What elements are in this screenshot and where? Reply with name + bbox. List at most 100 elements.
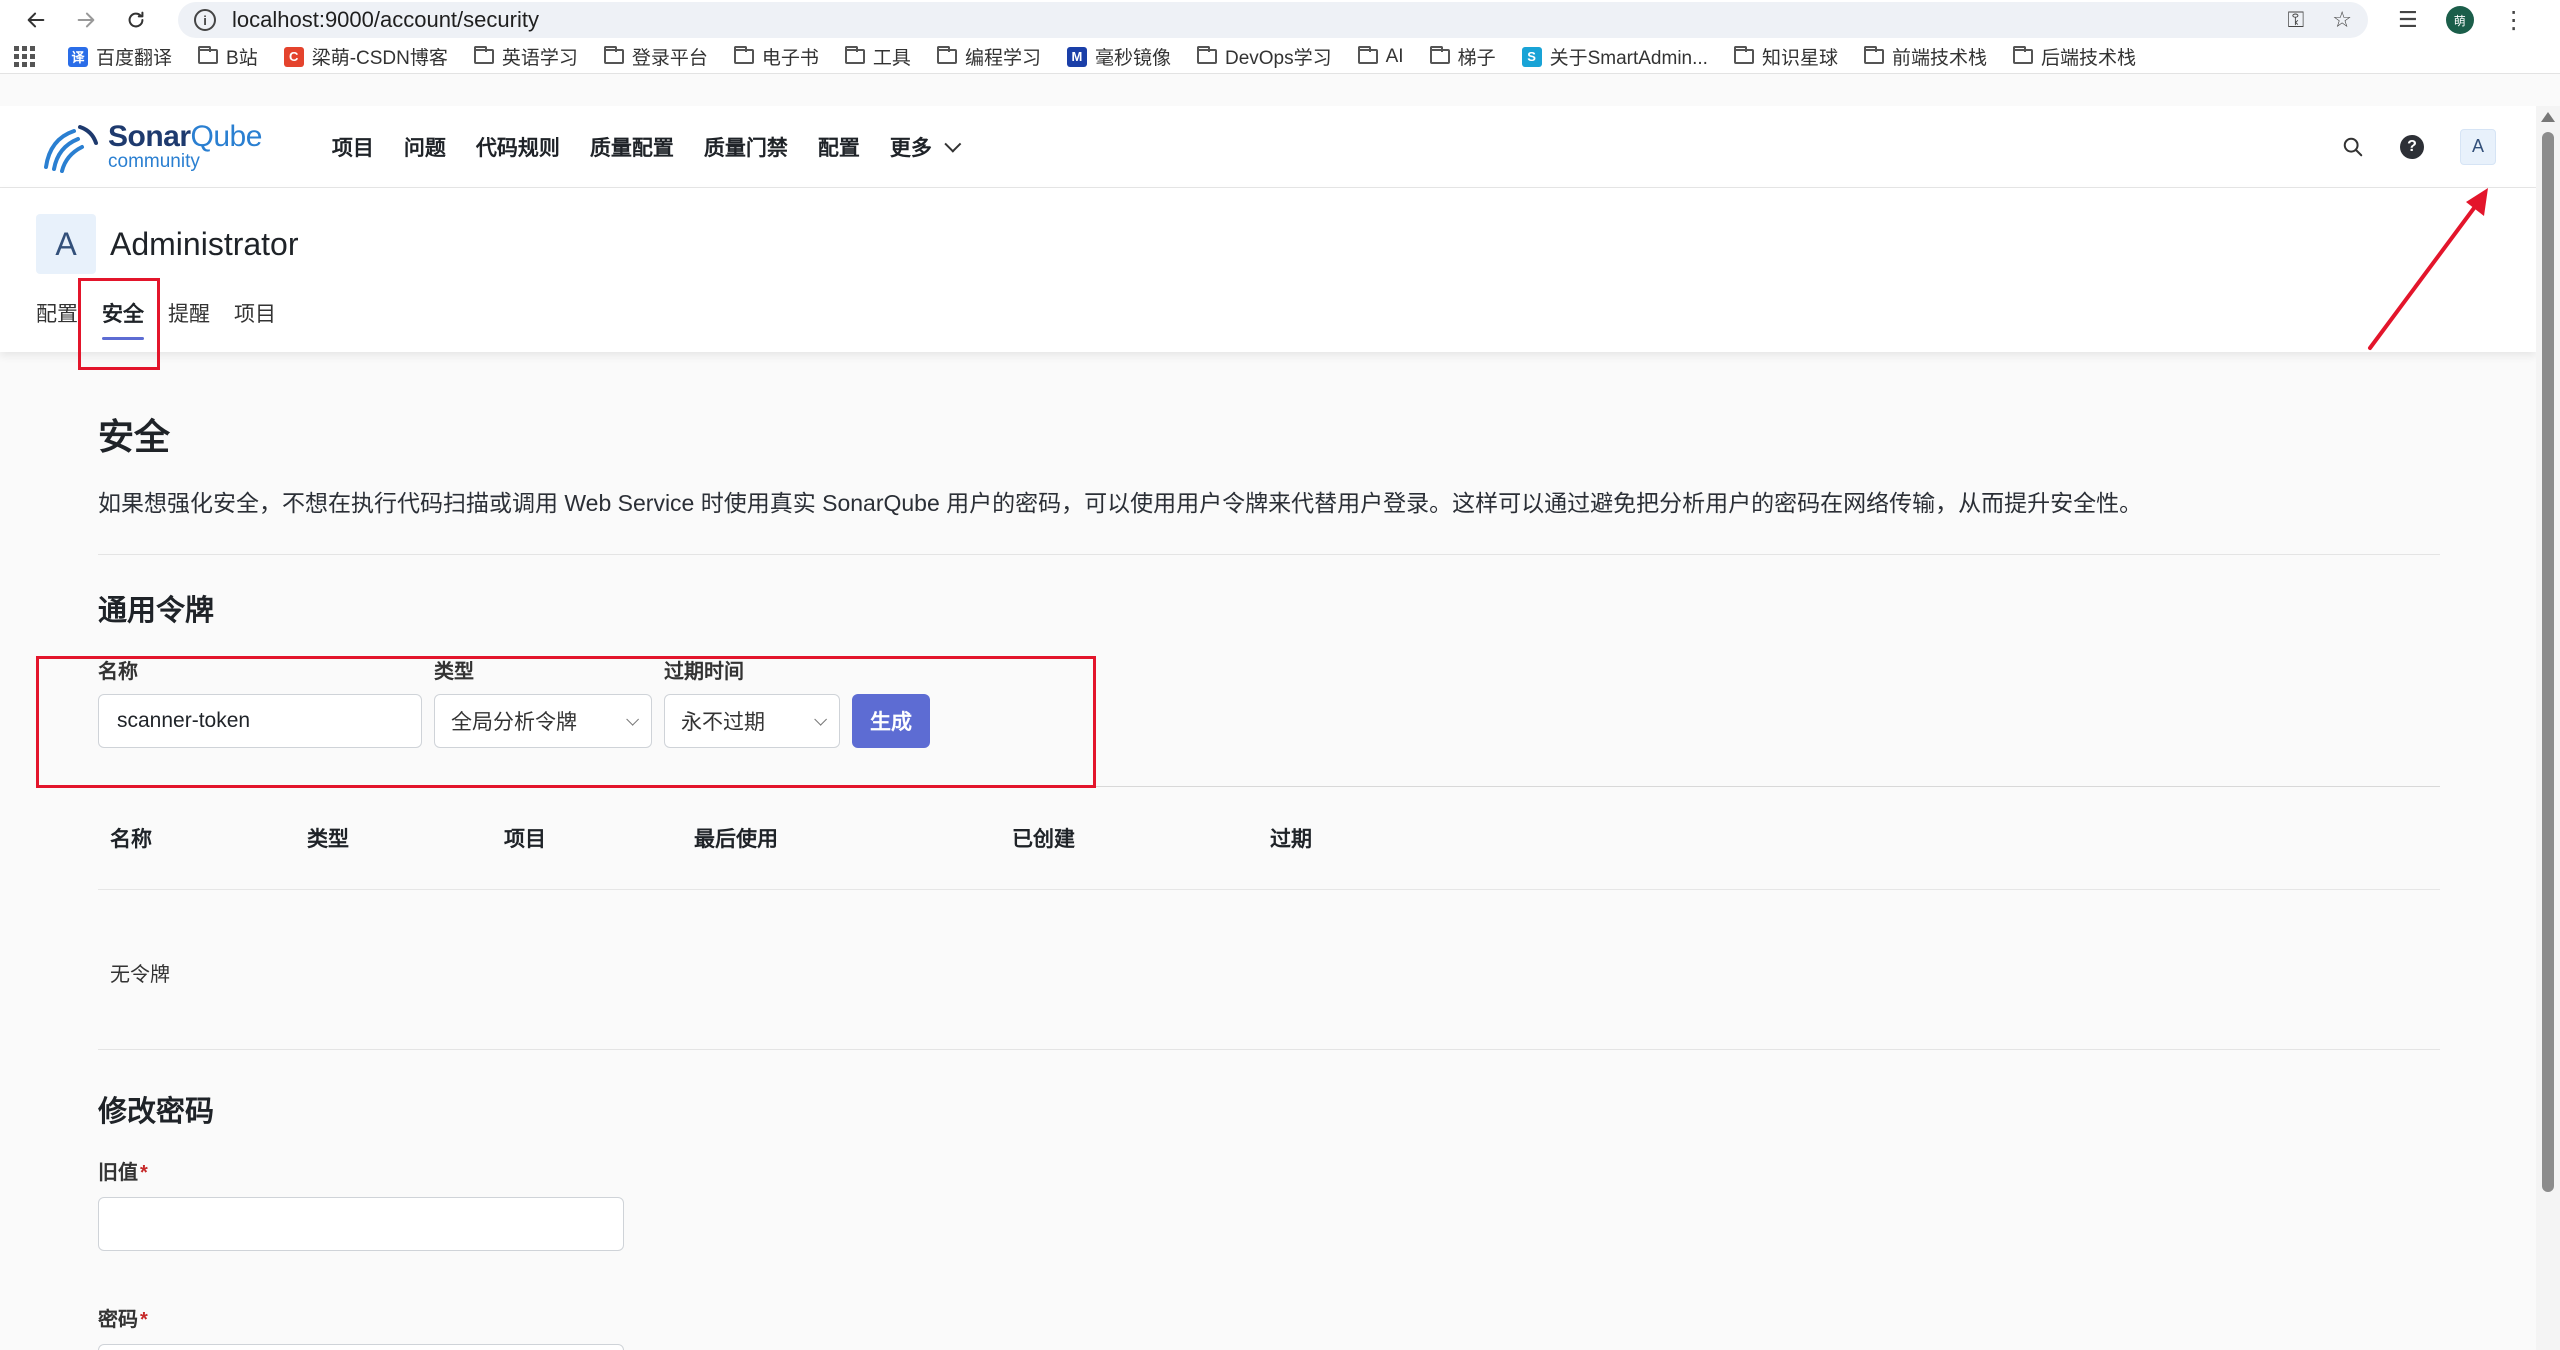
scroll-up-arrow-icon[interactable] bbox=[2541, 112, 2555, 122]
required-mark: * bbox=[140, 1308, 148, 1331]
bookmark-item[interactable]: 译百度翻译 bbox=[68, 43, 172, 70]
folder-icon bbox=[1357, 46, 1378, 64]
bookmark-list: 译百度翻译 B站 C 梁萌-CSDN博客 英语学习 登录平台 电子书 工具 编程学习 M 毫秒镜像 D… bbox=[68, 43, 2162, 70]
bookmark-item[interactable]: DevOps学习 bbox=[1196, 43, 1332, 70]
search-icon[interactable] bbox=[2342, 136, 2364, 158]
account-name: Administrator bbox=[110, 225, 299, 262]
password-section-title: 修改密码 bbox=[98, 1095, 215, 1128]
old-password-input[interactable] bbox=[98, 1196, 624, 1251]
tokens-empty-message: 无令牌 bbox=[98, 890, 2440, 1050]
bookmark-label: 后端技术栈 bbox=[2040, 48, 2136, 69]
security-description: 如果想强化安全，不想在执行代码扫描或调用 Web Service 时使用真实 S… bbox=[98, 490, 2143, 516]
nav-item[interactable]: 更多 bbox=[889, 132, 962, 162]
table-column-header: 类型 bbox=[295, 787, 492, 890]
nav-item[interactable]: 质量配置 bbox=[590, 132, 674, 162]
bookmarks-bar: 译百度翻译 B站 C 梁萌-CSDN博客 英语学习 登录平台 电子书 工具 编程学习 M 毫秒镜像 D… bbox=[0, 40, 2560, 74]
browser-profile-avatar[interactable]: 萌 bbox=[2445, 6, 2474, 34]
sonarqube-logo[interactable]: SonarQube community bbox=[40, 117, 262, 177]
new-password-input[interactable] bbox=[98, 1343, 624, 1350]
folder-icon bbox=[198, 46, 219, 64]
folder-icon bbox=[603, 46, 624, 64]
bookmark-item[interactable]: 英语学习 bbox=[473, 43, 578, 70]
bookmark-item[interactable]: 知识星球 bbox=[1733, 43, 1838, 70]
bookmark-item[interactable]: S 关于SmartAdmin... bbox=[1521, 43, 1708, 70]
bookmark-star-icon[interactable]: ☆ bbox=[2332, 7, 2352, 33]
nav-item-label: 质量配置 bbox=[589, 136, 674, 160]
folder-icon bbox=[844, 46, 865, 64]
bookmark-item[interactable]: C 梁萌-CSDN博客 bbox=[283, 43, 448, 70]
url-text: localhost:9000/account/security bbox=[232, 7, 539, 32]
folder-icon bbox=[733, 46, 754, 64]
account-avatar: A bbox=[36, 214, 96, 274]
favicon-icon: 译 bbox=[68, 46, 88, 67]
bookmark-item[interactable]: M 毫秒镜像 bbox=[1066, 43, 1171, 70]
nav-item-label: 配置 bbox=[817, 136, 860, 160]
tokens-section-title: 通用令牌 bbox=[98, 595, 215, 627]
reload-button[interactable] bbox=[118, 2, 154, 38]
bookmark-item[interactable]: AI bbox=[1357, 46, 1404, 68]
nav-item[interactable]: 代码规则 bbox=[476, 132, 560, 162]
user-avatar-button[interactable]: A bbox=[2460, 128, 2496, 165]
forward-button[interactable] bbox=[68, 2, 104, 38]
folder-icon bbox=[1863, 46, 1884, 64]
favicon-icon: C bbox=[283, 46, 304, 67]
apps-grid-icon[interactable] bbox=[14, 45, 36, 68]
table-column-header: 名称 bbox=[98, 787, 295, 890]
old-password-label: 旧值 * bbox=[98, 1156, 2440, 1185]
app-header: SonarQube community 项目 问题 代码规则 质量配置 质量门禁 配置 更多… bbox=[0, 106, 2536, 188]
page-title: 安全 bbox=[98, 416, 171, 457]
account-header: A Administrator 配置 安全 提醒 项目 bbox=[0, 188, 2536, 352]
bookmark-item[interactable]: 工具 bbox=[844, 43, 911, 70]
address-bar[interactable]: i localhost:9000/account/security ⚿ ☆ bbox=[178, 2, 2368, 38]
bookmark-label: 关于SmartAdmin... bbox=[1549, 48, 1708, 69]
bookmark-label: B站 bbox=[226, 48, 258, 69]
browser-toolbar: i localhost:9000/account/security ⚿ ☆ ☰ … bbox=[0, 0, 2560, 40]
site-info-icon[interactable]: i bbox=[194, 9, 216, 31]
table-column-header: 已创建 bbox=[1000, 787, 1258, 890]
main-navigation: 项目 问题 代码规则 质量配置 质量门禁 配置 更多 bbox=[332, 132, 962, 162]
bookmark-item[interactable]: 电子书 bbox=[733, 43, 819, 70]
page-scrollbar[interactable] bbox=[2536, 106, 2560, 1350]
folder-icon bbox=[473, 46, 494, 64]
bookmark-item[interactable]: 登录平台 bbox=[603, 43, 708, 70]
scroll-thumb[interactable] bbox=[2542, 132, 2554, 1192]
account-tabs: 配置 安全 提醒 项目 bbox=[36, 298, 2500, 340]
sonar-waves-icon bbox=[44, 124, 98, 173]
bookmark-label: 英语学习 bbox=[501, 48, 578, 69]
bookmark-item[interactable]: 前端技术栈 bbox=[1863, 43, 1987, 70]
logo-word-qube: Qube bbox=[190, 120, 263, 153]
new-password-label-text: 密码 bbox=[98, 1308, 138, 1331]
nav-item[interactable]: 项目 bbox=[332, 132, 374, 162]
account-tab[interactable]: 配置 bbox=[36, 298, 78, 340]
security-content: 安全 如果想强化安全，不想在执行代码扫描或调用 Web Service 时使用真… bbox=[98, 352, 2440, 1350]
account-tab[interactable]: 项目 bbox=[234, 298, 276, 340]
table-column-header: 最后使用 bbox=[682, 787, 1000, 890]
bookmark-label: 梁萌-CSDN博客 bbox=[311, 48, 448, 69]
nav-item[interactable]: 质量门禁 bbox=[704, 132, 788, 162]
browser-menu-icon[interactable]: ⋮ bbox=[2502, 6, 2526, 35]
old-password-label-text: 旧值 bbox=[98, 1161, 138, 1184]
back-arrow-icon bbox=[27, 12, 45, 28]
media-control-icon[interactable]: ☰ bbox=[2398, 7, 2418, 33]
favicon-icon: S bbox=[1521, 46, 1542, 67]
back-button[interactable] bbox=[18, 2, 54, 38]
help-icon[interactable]: ? bbox=[2400, 134, 2424, 159]
folder-icon bbox=[2012, 46, 2033, 64]
nav-item[interactable]: 配置 bbox=[818, 132, 860, 162]
bookmark-label: 电子书 bbox=[761, 48, 819, 69]
bookmark-label: 知识星球 bbox=[1761, 48, 1838, 69]
bookmark-item[interactable]: 编程学习 bbox=[936, 43, 1041, 70]
bookmark-item[interactable]: 梯子 bbox=[1429, 43, 1496, 70]
password-key-icon[interactable]: ⚿ bbox=[2288, 7, 2305, 33]
folder-icon bbox=[1429, 46, 1450, 64]
account-tab[interactable]: 提醒 bbox=[168, 298, 210, 340]
bookmark-item[interactable]: 后端技术栈 bbox=[2012, 43, 2136, 70]
nav-item[interactable]: 问题 bbox=[404, 132, 446, 162]
bookmark-label: 百度翻译 bbox=[96, 48, 173, 69]
bookmark-label: 毫秒镜像 bbox=[1094, 48, 1171, 69]
nav-item-label: 更多 bbox=[889, 136, 932, 160]
bookmark-item[interactable]: B站 bbox=[198, 43, 258, 70]
tokens-table-header: 名称 类型 项目 最后使用 已创建 过期 bbox=[98, 787, 2440, 890]
reload-icon bbox=[128, 11, 144, 28]
annotation-box-token-form bbox=[36, 656, 1096, 788]
